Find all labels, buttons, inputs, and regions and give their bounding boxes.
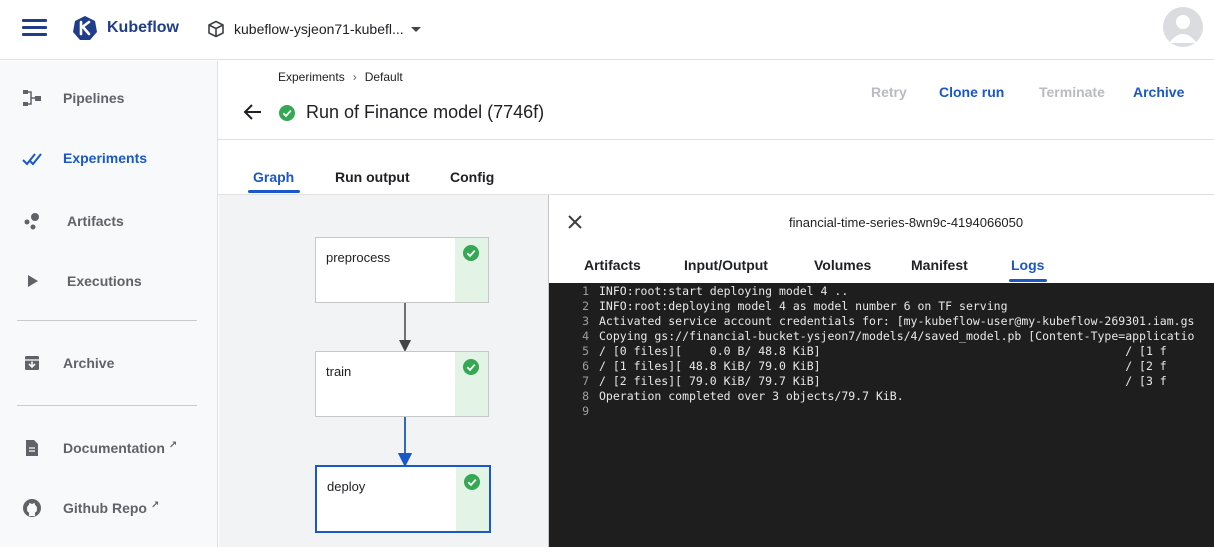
breadcrumb-separator-icon: › [352,70,357,84]
graph-node-deploy[interactable]: deploy [315,465,491,533]
sidebar-item-label-text: Documentation [63,440,165,456]
experiments-icon [22,153,42,166]
sidebar-item-label: Executions [67,273,142,289]
log-text: / [1 files][ 48.8 KiB/ 79.0 KiB] / [2 f [599,359,1167,373]
namespace-cube-icon [208,20,224,38]
sidebar-item-label-text: Github Repo [63,500,147,516]
pipeline-graph[interactable]: preprocess train deploy [219,195,548,547]
back-arrow-icon[interactable] [243,102,263,122]
active-tab-indicator [1009,279,1047,282]
success-check-icon [463,359,479,375]
node-label: train [326,364,352,379]
namespace-selector[interactable]: kubeflow-ysjeon71-kubefl... [234,21,404,37]
sidebar-item-archive[interactable]: Archive [0,343,217,383]
pod-name: financial-time-series-8wn9c-4194066050 [789,215,1024,230]
document-icon [26,440,38,456]
node-status [456,467,489,531]
graph-node-preprocess[interactable]: preprocess [315,237,489,303]
sidebar-item-label: Artifacts [67,213,124,229]
sidebar-item-artifacts[interactable]: Artifacts [0,201,217,241]
tab-volumes[interactable]: Volumes [814,257,871,273]
sidebar-item-label: Archive [63,355,115,371]
tab-run-output[interactable]: Run output [335,169,410,185]
archive-icon [25,356,39,370]
tab-logs[interactable]: Logs [1011,257,1044,273]
log-viewer[interactable]: 1 INFO:root:start deploying model 4 .. 2I… [549,283,1214,547]
log-text: Activated service account credentials fo… [599,314,1195,328]
graph-node-train[interactable]: train [315,351,489,417]
active-tab-indicator [248,190,300,193]
page-title: Run of Finance model (7746f) [306,102,545,122]
log-text: / [0 files][ 0.0 B/ 48.8 KiB] / [1 f [599,344,1167,358]
sidebar-item-label: Github Repo ↗ [63,500,159,516]
tab-artifacts[interactable]: Artifacts [584,257,641,273]
brand-name[interactable]: Kubeflow [107,19,179,37]
sidebar-item-executions[interactable]: Executions [0,261,217,301]
sidebar-item-pipelines[interactable]: Pipelines [0,78,217,118]
breadcrumb-experiments[interactable]: Experiments [278,70,345,84]
sidebar: Pipelines Experiments Artifacts Executio… [0,61,218,547]
external-link-icon: ↗ [168,440,178,451]
user-icon [1169,15,1197,43]
log-text: Operation completed over 3 objects/79.7 … [599,389,904,403]
line-number: 6 [582,359,589,373]
sidebar-item-documentation[interactable]: Documentation ↗ [0,428,217,468]
node-details-panel: financial-time-series-8wn9c-4194066050 A… [548,195,1214,547]
log-text: / [2 files][ 79.0 KiB/ 79.7 KiB] / [3 f [599,374,1167,388]
breadcrumb-default[interactable]: Default [365,70,403,84]
tab-input-output[interactable]: Input/Output [684,257,768,273]
log-text: INFO:root:deploying model 4 as model num… [599,299,1008,313]
header-divider [218,139,1214,140]
success-check-icon [279,105,295,121]
log-text: Copying gs://financial-bucket-ysjeon7/mo… [599,329,1195,343]
tab-graph[interactable]: Graph [253,169,294,185]
node-label: preprocess [326,250,391,265]
success-check-icon [463,245,479,261]
line-number: 3 [582,314,589,328]
sidebar-item-label: Pipelines [63,90,125,106]
artifacts-icon [24,213,39,230]
sidebar-divider [17,405,197,406]
sidebar-divider [17,320,197,321]
success-check-icon [464,474,480,490]
line-number: 8 [582,389,589,403]
sidebar-item-label: Documentation ↗ [63,440,177,456]
line-number: 7 [582,374,589,388]
terminate-button[interactable]: Terminate [1039,84,1105,100]
breadcrumb: Experiments › Default [278,70,403,84]
line-number: 5 [582,344,589,358]
log-text: INFO:root:start deploying model 4 .. [599,284,849,298]
pipelines-icon [23,90,41,106]
sidebar-item-label: Experiments [63,150,148,166]
sidebar-item-experiments[interactable]: Experiments [0,138,217,178]
menu-icon[interactable] [22,19,47,39]
play-icon [28,275,38,287]
github-icon [23,499,41,517]
retry-button[interactable]: Retry [871,84,907,100]
tab-manifest[interactable]: Manifest [911,257,968,273]
node-status [455,352,488,416]
top-bar: Kubeflow kubeflow-ysjeon71-kubefl... [0,0,1214,60]
external-link-icon: ↗ [151,500,160,511]
avatar[interactable] [1163,7,1203,47]
tab-config[interactable]: Config [450,169,494,185]
line-number: 2 [582,299,589,313]
kubeflow-logo-icon[interactable] [72,15,98,41]
node-status [455,238,488,302]
close-icon[interactable] [566,213,584,231]
node-label: deploy [327,479,366,494]
line-number: 4 [582,329,589,343]
line-number: 1 [582,284,589,298]
archive-button[interactable]: Archive [1133,84,1184,100]
sidebar-item-github-repo[interactable]: Github Repo ↗ [0,488,217,528]
clone-run-button[interactable]: Clone run [939,84,1004,100]
chevron-down-icon[interactable] [411,27,421,32]
line-number: 9 [582,404,589,418]
